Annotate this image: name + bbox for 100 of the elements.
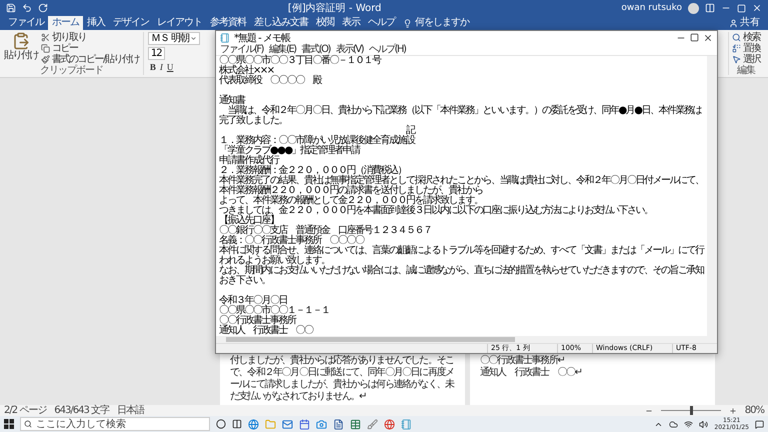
document-line: 通知人 行政書士 〇〇↵ xyxy=(479,367,583,379)
ribbon-tab[interactable]: レイアウト xyxy=(153,16,206,30)
undo-icon[interactable] xyxy=(22,3,32,13)
windows-logo-icon[interactable] xyxy=(4,419,14,429)
notepad-icon xyxy=(220,32,230,42)
text-line: 〇〇行政書士事務所 xyxy=(219,316,296,326)
save-icon[interactable] xyxy=(6,3,16,13)
ribbon-tab[interactable]: デザイン xyxy=(109,16,153,30)
text-line: 通知書 xyxy=(219,96,245,106)
zoom-thumb[interactable] xyxy=(690,406,693,415)
cloud-icon[interactable] xyxy=(669,420,678,428)
ribbon-tab[interactable]: ヘルプ xyxy=(364,16,399,30)
editing-command[interactable]: 検索 xyxy=(732,32,760,43)
vertical-scrollbar[interactable] xyxy=(707,56,717,336)
person-icon xyxy=(729,18,738,28)
horizontal-scrollbar[interactable] xyxy=(216,336,717,343)
share-button[interactable]: 共有 xyxy=(725,16,764,30)
ribbon-tab[interactable]: 挿入 xyxy=(83,16,109,30)
paste-button[interactable]: 貼り付け xyxy=(4,32,38,65)
redo-icon[interactable] xyxy=(38,3,48,13)
page-count: 2/2 ページ xyxy=(4,405,46,416)
text-line: 株式会社××× xyxy=(219,66,274,76)
text-line: つきましては、金２２０，０００円を本書面到達後３日以内に以下の口座に振り込む方法によりお支払い下さい。 xyxy=(219,206,654,216)
text-line: なお、期間内にお支払いいただけない場合には、誠に遺憾ながら、直ちに法的措置を執らせていただきますので、その旨ご承知おき下さい。 xyxy=(219,266,704,286)
copy-icon xyxy=(41,44,50,53)
window-title: [例]内容証明 - Word xyxy=(286,2,382,15)
text-line: 本件業務完了の結果、貴社は無事指定管理者として採択されたことから、当職は貴社に対し、令和２年〇月〇日付メールにて、本件業務報酬２２０，０００円の請求書を送付しましたが、貴社から xyxy=(219,176,704,196)
language[interactable]: 日本語 xyxy=(117,405,144,416)
document-line: ールにて請求しましたが、貴社からは何ら連絡がなく、未 xyxy=(229,379,456,390)
clipboard-command[interactable]: コピー xyxy=(41,43,139,54)
tell-me-search[interactable]: 何をしますか xyxy=(399,16,473,30)
text-line: 代表取締役 〇〇〇〇 殿 xyxy=(219,76,322,86)
taskbar-search-field[interactable]: ここに入力して検索 xyxy=(20,417,210,431)
ribbon-tab[interactable]: ホーム xyxy=(48,16,83,30)
menu-item[interactable]: 表示(V) xyxy=(336,44,364,55)
clipboard-command[interactable]: 書式のコピー/貼り付け xyxy=(41,54,139,65)
menu-item[interactable]: ヘルプ(H) xyxy=(369,44,406,55)
group-label: 編集 xyxy=(736,65,756,76)
text-line: 〇〇県〇〇市〇〇３丁目〇番〇－１０１号 xyxy=(219,56,382,66)
font-style-button[interactable]: I xyxy=(158,62,165,73)
window-title: *無題 - メモ帳 xyxy=(234,32,292,44)
document-line: で、令和２年〇月〇日に郵送にて、同年〇月〇日に再度メ xyxy=(229,367,455,378)
text-line: よって、本件業務の報酬として金２２０，０００円を請求致します。 xyxy=(219,196,482,206)
paintbrush-icon xyxy=(41,55,50,64)
scroll-thumb[interactable] xyxy=(226,337,515,342)
document-line: だ支払いがなされておりません。↵ xyxy=(229,391,367,403)
font-name-field[interactable]: ＭＳ 明朝 xyxy=(148,32,200,45)
font-size-field[interactable]: 12 xyxy=(148,47,165,60)
close-icon[interactable] xyxy=(703,32,713,42)
mail-icon[interactable] xyxy=(282,418,293,430)
document-icon[interactable] xyxy=(333,418,344,430)
ribbon-tab[interactable]: 差し込み文書 xyxy=(250,16,312,30)
group-label: クリップボード xyxy=(38,65,104,76)
calendar-icon[interactable] xyxy=(299,418,310,430)
scissors-icon xyxy=(41,33,50,42)
lightbulb-icon xyxy=(403,18,412,28)
camera-icon[interactable] xyxy=(316,418,327,430)
search-icon xyxy=(24,420,32,428)
ribbon-tab[interactable]: 校閲 xyxy=(312,16,338,30)
ribbon-tab[interactable]: 表示 xyxy=(338,16,364,30)
editing-command[interactable]: 選択 xyxy=(732,54,760,65)
ribbon-tab[interactable]: 参考資料 xyxy=(206,16,250,30)
document-line: 付しましたが、貴社からは応答がありませんでした。そこ xyxy=(229,355,455,366)
menu-item[interactable]: 編集(E) xyxy=(269,44,296,55)
editing-command[interactable]: 置換 xyxy=(732,43,760,54)
paint-icon[interactable] xyxy=(367,418,378,430)
avatar[interactable] xyxy=(688,2,699,14)
speaker-icon[interactable] xyxy=(699,420,708,428)
close-icon[interactable] xyxy=(752,3,762,13)
text-line: 通知人 行政書士 〇〇 xyxy=(219,326,314,336)
text-line: １．業務内容：〇〇市障がい児放課後健全育成施設 xyxy=(219,136,416,146)
text-line: 本件に関する問合せ、連絡については、言葉の齟齬によるトラブル等を回避するため、すべて「文書」または「メール」にて行われるようお願い致します。 xyxy=(219,246,704,266)
clipboard-command[interactable]: 切り取り xyxy=(41,32,139,43)
maximize-icon[interactable] xyxy=(690,33,699,42)
menu-item[interactable]: 書式(O) xyxy=(302,44,330,55)
font-style-button[interactable]: U xyxy=(164,62,176,73)
text-line: 〇〇県〇〇市〇〇１－１－１ xyxy=(219,306,330,316)
notification-icon[interactable] xyxy=(755,420,764,428)
wifi-icon[interactable] xyxy=(684,420,694,428)
text-line: ２．業務報酬：金２２０，０００円（消費税込） xyxy=(219,166,407,176)
pointer-icon xyxy=(732,55,741,64)
ribbon-tab[interactable]: ファイル xyxy=(4,16,48,30)
clipboard-icon xyxy=(12,32,30,50)
text-line: 名義：〇〇行政書士事務所 〇〇〇〇 xyxy=(219,236,365,246)
word-count: 643/643 文字 xyxy=(54,405,110,416)
search-icon xyxy=(732,33,741,42)
zoom-level[interactable]: 80% xyxy=(744,405,764,416)
text-line: 記 xyxy=(406,126,416,136)
text-line: 「学童クラブ●●●」指定管理者申請 xyxy=(219,146,362,156)
spreadsheet-icon[interactable] xyxy=(350,418,361,430)
font-style-button[interactable]: B xyxy=(148,62,158,73)
text-line: 申請書作成代行 xyxy=(219,156,279,166)
replace-icon xyxy=(732,44,741,53)
dropdown-icon xyxy=(190,35,198,42)
zoom-in-icon[interactable] xyxy=(728,406,737,414)
menu-item[interactable]: ファイル(F) xyxy=(220,44,264,55)
text-line: 令和３年〇月〇日 xyxy=(219,296,287,306)
text-line: 【振込先口座】 xyxy=(219,216,278,226)
text-line: 〇〇銀行〇〇支店 普通預金 口座番号１２３４５６７ xyxy=(219,226,432,236)
document-line: 〇〇行政書士事務所↵ xyxy=(479,355,566,366)
